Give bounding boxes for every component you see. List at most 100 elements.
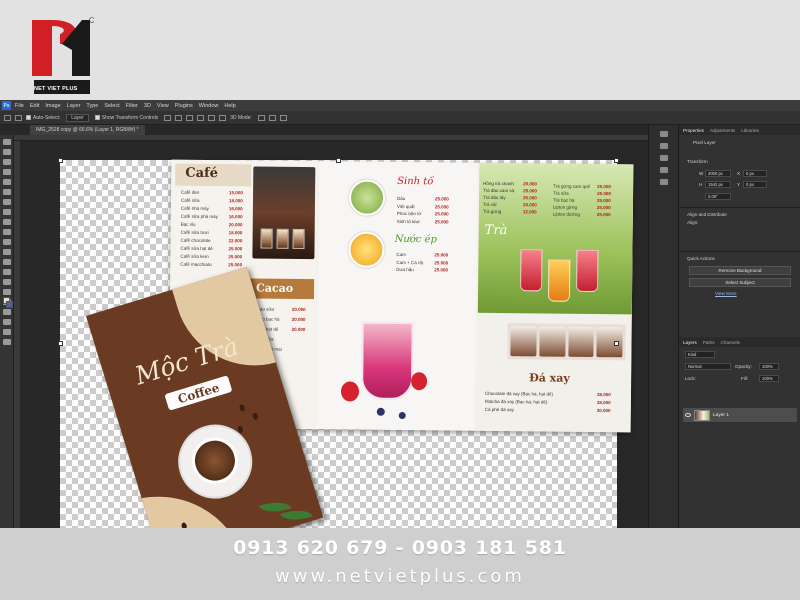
menu-plugins[interactable]: Plugins [175, 103, 193, 109]
3d-orbit-icon[interactable] [257, 114, 265, 121]
menu-item-price: 20.000 [228, 222, 243, 228]
tab-properties[interactable]: Properties [683, 128, 704, 133]
tea-glass-shape [576, 249, 599, 293]
menu-item-name: Cam [396, 251, 406, 258]
more-tools-icon[interactable] [2, 339, 11, 345]
auto-select-option[interactable]: Auto-Select: [26, 115, 60, 121]
shape-tool-icon[interactable] [2, 309, 11, 315]
menu-filter[interactable]: Filter [126, 103, 138, 109]
menu-view[interactable]: View [157, 103, 169, 109]
sinh-to-title: Sinh tố [397, 175, 434, 188]
menu-item-name: Cafê sữa tươi [180, 229, 209, 235]
marquee-tool-icon[interactable] [2, 149, 11, 155]
remove-background-button[interactable]: Remove Background [689, 266, 791, 275]
3d-roll-icon[interactable] [268, 114, 276, 121]
layer-name[interactable]: Layer 1 [713, 413, 729, 418]
type-tool-icon[interactable] [2, 289, 11, 295]
transform-handle-top-center[interactable] [336, 158, 341, 163]
menu-window[interactable]: Window [199, 103, 219, 109]
fill-field[interactable]: 100% [759, 375, 779, 382]
menu-item-row: Hồng trà chanh 20.000 [483, 181, 537, 187]
canvas-area[interactable]: Café Cafê đen 15.000 Cafê sữa 18.000 Cafê nh… [20, 141, 648, 528]
blur-tool-icon[interactable] [2, 259, 11, 265]
character-panel-icon[interactable] [659, 179, 668, 185]
brush-tool-icon[interactable] [2, 209, 11, 215]
menu-item-price: 25.000 [523, 188, 537, 194]
tab-adjustments[interactable]: Adjustments [710, 128, 735, 133]
menu-item-price: 30.000 [596, 408, 611, 414]
align-top-icon[interactable] [197, 114, 205, 121]
tab-paths[interactable]: Paths [703, 340, 715, 345]
view-more-link[interactable]: View More [715, 291, 737, 296]
lasso-tool-icon[interactable] [2, 159, 11, 165]
transform-handle-top-right[interactable] [614, 158, 619, 163]
hand-tool-icon[interactable] [2, 319, 11, 325]
align-label: Align: [687, 220, 699, 225]
brush-panel-icon[interactable] [659, 167, 668, 173]
opacity-field[interactable]: 100% [759, 363, 779, 370]
eraser-tool-icon[interactable] [2, 239, 11, 245]
history-brush-tool-icon[interactable] [2, 229, 11, 235]
crop-tool-icon[interactable] [2, 179, 11, 185]
show-transform-option[interactable]: Show Transform Controls [94, 115, 158, 121]
document-tab[interactable]: IMG_2528 copy @ 66.6% (Layer 1, RGB/8#) … [30, 125, 145, 135]
eyedropper-tool-icon[interactable] [2, 189, 11, 195]
stamp-tool-icon[interactable] [2, 219, 11, 225]
visibility-eye-icon[interactable] [685, 413, 691, 417]
angle-field[interactable]: 0.00° [705, 193, 731, 200]
history-panel-icon[interactable] [659, 131, 668, 137]
layer-row[interactable]: Layer 1 [683, 408, 797, 422]
menu-file[interactable]: File [15, 103, 24, 109]
menu-type[interactable]: Type [86, 103, 98, 109]
show-transform-checkbox[interactable] [94, 115, 100, 120]
tab-layers[interactable]: Layers [683, 340, 697, 345]
width-field[interactable]: 2000 px [705, 170, 731, 177]
background-color-swatch[interactable] [6, 301, 13, 308]
home-icon[interactable] [4, 114, 11, 121]
auto-select-checkbox[interactable] [26, 115, 31, 120]
menu-help[interactable]: Help [224, 103, 235, 109]
height-field[interactable]: 1542 px [705, 181, 731, 188]
move-tool-icon[interactable] [2, 139, 11, 145]
menu-layer[interactable]: Layer [67, 103, 81, 109]
healing-tool-icon[interactable] [2, 199, 11, 205]
gradient-tool-icon[interactable] [2, 249, 11, 255]
3d-pan-icon[interactable] [279, 114, 287, 121]
menu-item-name: Trà sữa [553, 190, 569, 196]
align-middle-icon[interactable] [208, 114, 216, 121]
menu-select[interactable]: Select [104, 103, 119, 109]
swatches-panel-icon[interactable] [659, 155, 668, 161]
align-bottom-icon[interactable] [219, 114, 227, 121]
layer-kind-filter[interactable]: Kind [685, 351, 715, 358]
menu-item-name: Dưa hấu [396, 266, 414, 273]
da-xay-title: Đá xay [529, 371, 570, 385]
x-field[interactable]: 0 px [743, 170, 767, 177]
select-subject-button[interactable]: Select Subject [689, 278, 791, 287]
auto-select-dropdown[interactable]: Layer [66, 113, 89, 122]
dodge-tool-icon[interactable] [2, 269, 11, 275]
pen-tool-icon[interactable] [2, 279, 11, 285]
menu-item-price: 25.000 [523, 195, 537, 201]
tab-channels[interactable]: Channels [721, 340, 740, 345]
align-left-icon[interactable] [164, 114, 172, 121]
menu-item-name: Bạc xỉu [180, 221, 196, 227]
color-panel-icon[interactable] [659, 143, 668, 149]
photoshop-app-icon[interactable]: Ps [2, 101, 11, 110]
menu-item-price: 25.000 [596, 198, 611, 204]
tab-libraries[interactable]: Libraries [741, 128, 759, 133]
menu-3d[interactable]: 3D [144, 103, 151, 109]
transform-handle-top-left[interactable] [58, 158, 63, 163]
menu-item-name: Sinh tố kiwi [396, 218, 420, 224]
transform-handle-middle-left[interactable] [58, 341, 63, 346]
y-field[interactable]: 0 px [743, 181, 767, 188]
menu-image[interactable]: Image [45, 103, 60, 109]
transform-handle-middle-right[interactable] [614, 341, 619, 346]
move-tool-icon[interactable] [15, 114, 22, 121]
menu-edit[interactable]: Edit [30, 103, 39, 109]
zoom-tool-icon[interactable] [2, 329, 11, 335]
blend-mode-dropdown[interactable]: Normal [685, 363, 731, 370]
orange-juice-photo [348, 231, 385, 268]
align-center-icon[interactable] [175, 114, 183, 121]
quick-select-tool-icon[interactable] [2, 169, 11, 175]
align-right-icon[interactable] [186, 114, 194, 121]
